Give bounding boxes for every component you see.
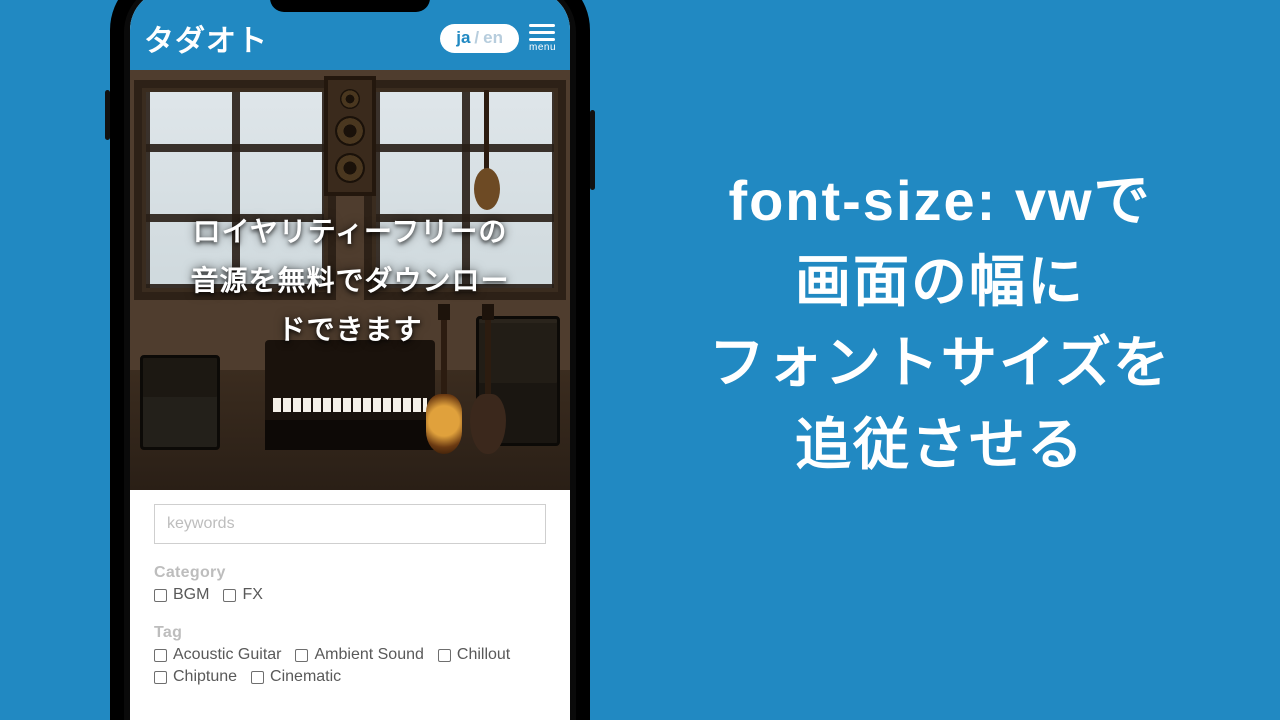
checkbox-label: Chiptune [173, 668, 237, 686]
checkbox-ambient-sound[interactable]: Ambient Sound [295, 646, 423, 664]
language-active: ja [456, 28, 470, 48]
checkbox-label: FX [242, 586, 262, 604]
site-logo[interactable]: タダオト [144, 16, 268, 60]
search-filter-card: Category BGM FX Tag Acoustic Guita [136, 482, 564, 720]
checkbox-label: Chillout [457, 646, 510, 664]
checkbox-chiptune[interactable]: Chiptune [154, 668, 237, 686]
hero-line: 音源を無料でダウンロー [190, 256, 509, 305]
checkbox-icon [251, 671, 264, 684]
checkbox-label: Cinematic [270, 668, 341, 686]
article-headline: font-size: vwで 画面の幅に フォントサイズを 追従させる [640, 160, 1240, 485]
language-inactive: en [483, 28, 503, 48]
phone-notch [270, 0, 430, 12]
phone-frame: タダオト ja / en menu [110, 0, 590, 720]
menu-label: menu [529, 42, 556, 53]
checkbox-label: Ambient Sound [314, 646, 423, 664]
category-heading: Category [154, 564, 546, 582]
checkbox-chillout[interactable]: Chillout [438, 646, 510, 664]
headline-line: 画面の幅に [640, 241, 1240, 322]
checkbox-acoustic-guitar[interactable]: Acoustic Guitar [154, 646, 281, 664]
app-header: タダオト ja / en menu [130, 12, 570, 70]
hero-section: ロイヤリティーフリーの 音源を無料でダウンロー ドできます [130, 70, 570, 490]
tag-options: Acoustic Guitar Ambient Sound Chillout C… [154, 646, 546, 686]
checkbox-label: BGM [173, 586, 209, 604]
checkbox-icon [223, 589, 236, 602]
category-options: BGM FX [154, 586, 546, 604]
checkbox-bgm[interactable]: BGM [154, 586, 209, 604]
phone-screen: タダオト ja / en menu [130, 0, 570, 720]
hamburger-icon [529, 24, 555, 41]
headline-line: font-size: vwで [640, 160, 1240, 241]
hero-tagline: ロイヤリティーフリーの 音源を無料でダウンロー ドできます [164, 207, 535, 354]
checkbox-icon [154, 649, 167, 662]
phone-bezel: タダオト ja / en menu [124, 0, 576, 720]
keyword-search-input[interactable] [154, 504, 546, 544]
checkbox-label: Acoustic Guitar [173, 646, 281, 664]
checkbox-icon [154, 671, 167, 684]
checkbox-icon [295, 649, 308, 662]
language-toggle[interactable]: ja / en [440, 24, 519, 53]
checkbox-icon [154, 589, 167, 602]
checkbox-fx[interactable]: FX [223, 586, 262, 604]
checkbox-icon [438, 649, 451, 662]
headline-line: 追従させる [640, 404, 1240, 485]
checkbox-cinematic[interactable]: Cinematic [251, 668, 341, 686]
status-bar [130, 0, 570, 12]
menu-button[interactable]: menu [529, 24, 556, 53]
hero-line: ドできます [190, 305, 509, 354]
language-separator: / [474, 28, 479, 48]
headline-line: フォントサイズを [640, 322, 1240, 403]
hero-line: ロイヤリティーフリーの [190, 207, 509, 256]
tag-heading: Tag [154, 624, 546, 642]
